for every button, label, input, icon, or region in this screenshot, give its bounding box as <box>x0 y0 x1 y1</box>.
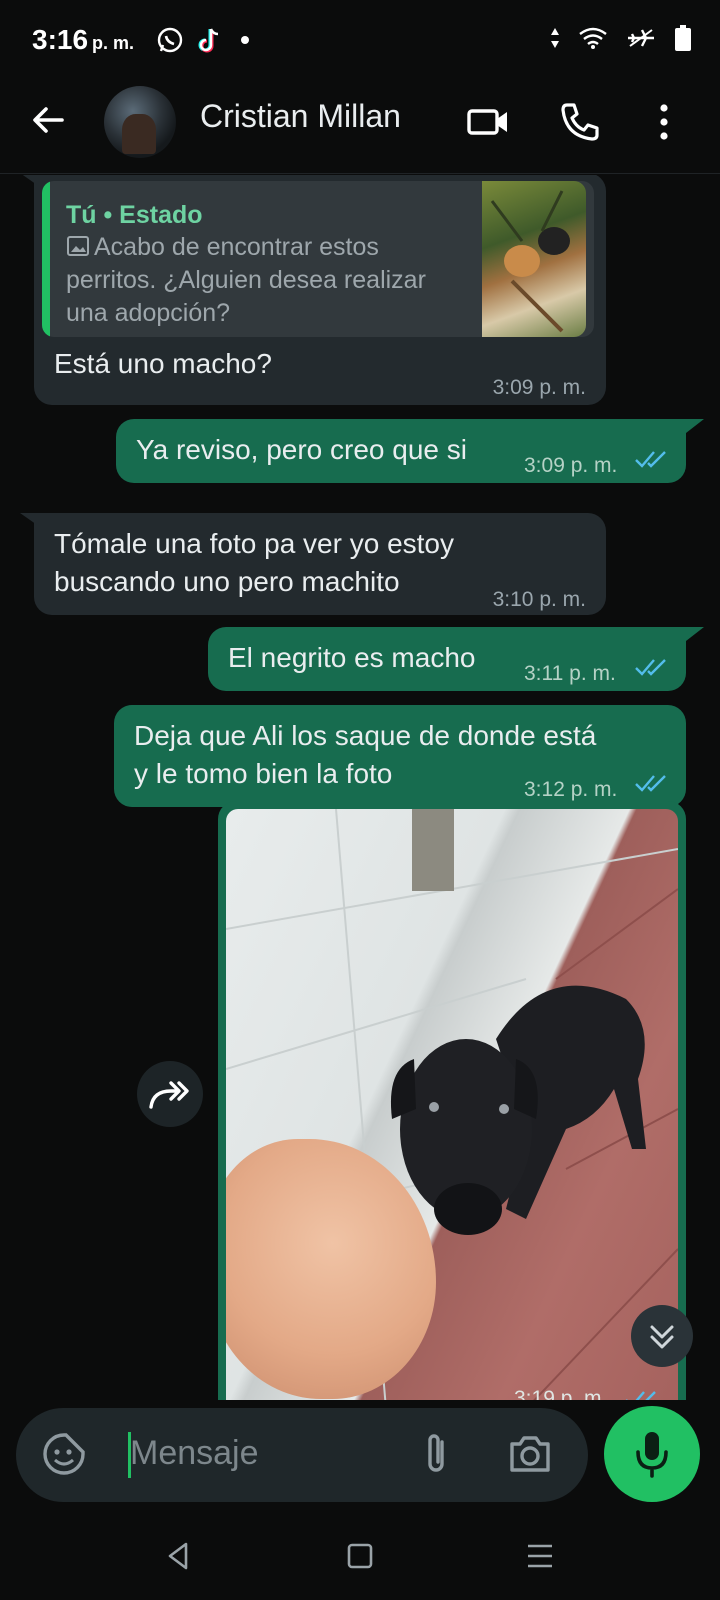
bubble-tail <box>686 627 704 641</box>
message-time: 3:09 p. m. <box>492 376 586 399</box>
puppy-photo[interactable] <box>226 809 678 1400</box>
camera-icon[interactable] <box>506 1430 554 1478</box>
mic-icon <box>636 1432 668 1478</box>
read-ticks-icon <box>635 659 666 676</box>
system-nav-bar <box>0 1510 720 1600</box>
phone-icon[interactable] <box>558 100 602 144</box>
message-text-line1: Deja que Ali los saque de donde está <box>134 720 597 751</box>
more-vert-icon[interactable] <box>642 100 686 144</box>
read-ticks-icon <box>635 775 666 792</box>
forward-button[interactable] <box>137 1061 203 1127</box>
message-input[interactable]: Mensaje <box>130 1434 259 1473</box>
data-arrows-icon <box>551 28 559 48</box>
chevron-double-down-icon <box>650 1325 674 1349</box>
bubble-tail <box>686 419 704 433</box>
attach-icon[interactable] <box>412 1430 460 1478</box>
voice-message-button[interactable] <box>604 1406 700 1502</box>
message-time: 3:19 p. m. <box>514 1387 608 1400</box>
bubble-tail <box>22 175 40 187</box>
message-bubble-incoming[interactable]: Tú • Estado Acabo de encontrar estos per… <box>34 175 606 405</box>
message-text: El negrito es macho <box>228 642 476 673</box>
message-composer: Mensaje <box>16 1408 588 1502</box>
message-image-outgoing[interactable]: 3:19 p. m. <box>218 801 686 1400</box>
forward-icon <box>149 1081 189 1109</box>
sticker-icon[interactable] <box>40 1430 88 1478</box>
video-call-icon[interactable] <box>466 100 510 144</box>
quote-text: Acabo de encontrar estos perritos. ¿Algu… <box>66 233 426 327</box>
message-bubble-incoming[interactable]: Tómale una foto pa ver yo estoy buscando… <box>34 513 606 615</box>
message-text: Está uno macho? <box>54 348 272 379</box>
message-bubble-outgoing[interactable]: Ya reviso, pero creo que si 3:09 p. m. <box>116 419 686 483</box>
tiktok-icon <box>198 28 219 53</box>
battery-icon <box>675 25 691 51</box>
message-text: Ya reviso, pero creo que si <box>136 434 467 465</box>
nav-recents-icon[interactable] <box>520 1536 560 1576</box>
message-time: 3:10 p. m. <box>492 588 586 611</box>
message-bubble-outgoing[interactable]: El negrito es macho 3:11 p. m. <box>208 627 686 691</box>
whatsapp-icon <box>157 27 183 53</box>
chat-area[interactable]: Tú • Estado Acabo de encontrar estos per… <box>0 175 720 1400</box>
status-thumbnail <box>482 181 586 337</box>
read-ticks-icon <box>626 1391 656 1400</box>
airplane-icon <box>628 29 654 47</box>
message-text-line2: buscando uno pero machito <box>54 566 400 597</box>
message-text-line2: y le tomo bien la foto <box>134 758 393 789</box>
status-bar: 3:16 p. m. <box>0 0 720 80</box>
message-time: 3:11 p. m. <box>524 662 616 685</box>
image-icon <box>67 236 89 256</box>
message-time: 3:09 p. m. <box>524 454 618 477</box>
read-ticks-icon <box>635 451 666 468</box>
bubble-tail <box>20 513 40 527</box>
message-text-line1: Tómale una foto pa ver yo estoy <box>54 528 454 559</box>
status-reply-quote[interactable]: Tú • Estado Acabo de encontrar estos per… <box>42 181 594 337</box>
nav-home-icon[interactable] <box>340 1536 380 1576</box>
wifi-icon <box>579 27 607 49</box>
message-bubble-outgoing[interactable]: Deja que Ali los saque de donde está y l… <box>114 705 686 807</box>
status-time: 3:16 p. m. <box>32 24 135 55</box>
quote-author: Tú • Estado <box>66 201 203 229</box>
contact-name[interactable]: Cristian Millan <box>200 98 401 135</box>
chat-header: Cristian Millan <box>0 80 720 174</box>
avatar[interactable] <box>104 86 176 158</box>
nav-back-icon[interactable] <box>158 1536 198 1576</box>
arrow-left-icon[interactable] <box>28 100 68 140</box>
notification-dot-icon <box>241 36 249 44</box>
scroll-to-bottom-button[interactable] <box>631 1305 693 1367</box>
